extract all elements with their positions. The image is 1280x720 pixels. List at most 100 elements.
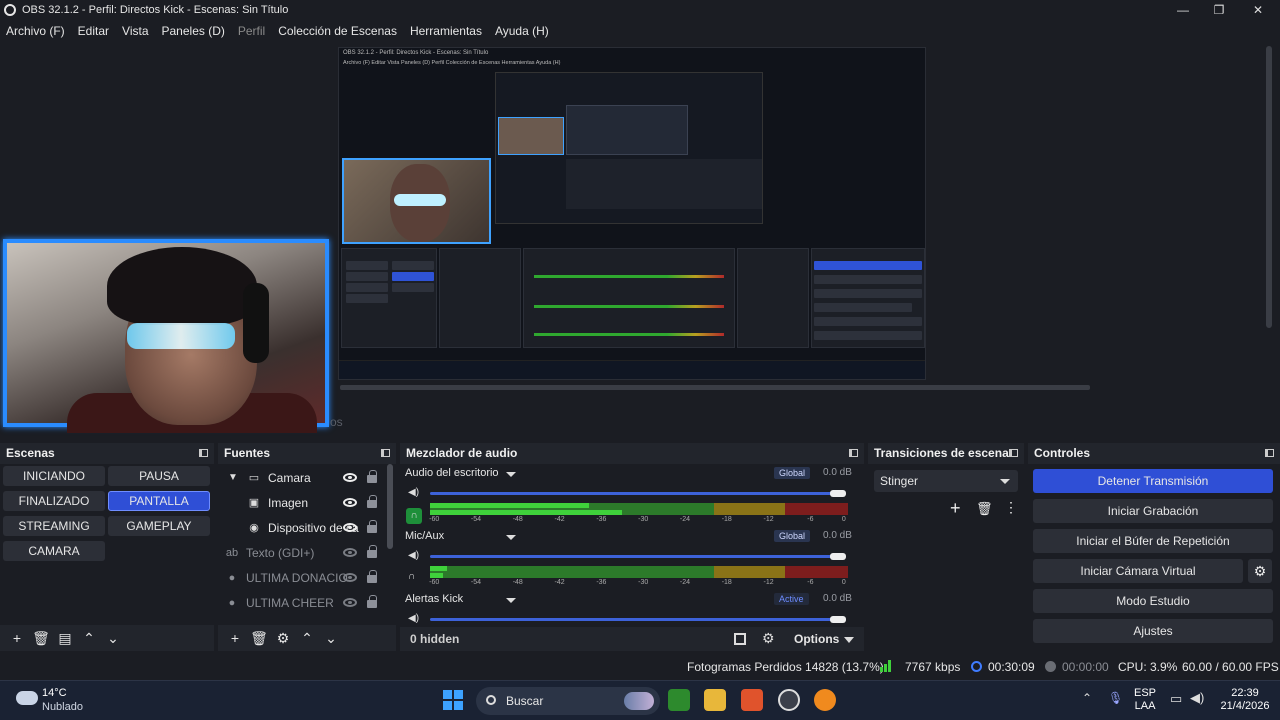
hidden-eye-icon[interactable] (343, 573, 357, 582)
expand-icon[interactable]: ▼ (228, 472, 240, 483)
sources-scrollbar[interactable] (387, 464, 393, 549)
source-texto[interactable]: ab Texto (GDI+) (218, 540, 388, 565)
settings-button[interactable]: Ajustes (1033, 619, 1273, 643)
channel-menu-icon[interactable] (506, 472, 516, 477)
scene-finalizado[interactable]: FINALIZADO (3, 491, 105, 511)
undock-icon[interactable] (199, 448, 208, 457)
monitor-off-icon[interactable]: ∩ (408, 572, 420, 582)
undock-icon[interactable] (381, 448, 390, 457)
undock-icon[interactable] (1009, 448, 1018, 457)
menu-ayuda[interactable]: Ayuda (H) (495, 24, 549, 38)
source-imagen[interactable]: ▣ Imagen (218, 490, 388, 515)
add-icon[interactable]: + (950, 498, 961, 519)
visibility-eye-icon[interactable] (343, 523, 357, 532)
menu-herramientas[interactable]: Herramientas (410, 24, 482, 38)
close-button[interactable]: ✕ (1238, 0, 1278, 20)
visibility-eye-icon[interactable] (343, 498, 357, 507)
add-icon[interactable]: + (224, 627, 246, 649)
menu-archivo[interactable]: Archivo (F) (6, 24, 65, 38)
menu-vista[interactable]: Vista (122, 24, 148, 38)
scene-gameplay[interactable]: GAMEPLAY (108, 516, 210, 536)
scene-streaming[interactable]: STREAMING (3, 516, 105, 536)
trash-icon[interactable]: 🗑 (976, 501, 993, 517)
volume-knob[interactable] (830, 553, 846, 560)
channel-menu-icon[interactable] (506, 598, 516, 603)
source-camara[interactable]: ▼ ▭ Camara (218, 465, 388, 490)
start-virtual-camera-button[interactable]: Iniciar Cámara Virtual (1033, 559, 1243, 583)
trash-icon[interactable]: 🗑 (30, 627, 52, 649)
preview-vertical-scrollbar[interactable] (1266, 46, 1272, 328)
channel-menu-icon[interactable] (506, 535, 516, 540)
scene-camara[interactable]: CAMARA (3, 541, 105, 561)
more-options-icon[interactable]: ⋮ (1004, 499, 1018, 516)
volume-slider[interactable] (430, 492, 840, 495)
windows-start-icon[interactable] (443, 690, 463, 710)
lock-icon[interactable] (367, 545, 377, 558)
preview-canvas[interactable]: OBS 32.1.2 - Perfil: Directos Kick - Esc… (338, 47, 926, 380)
taskbar-search[interactable]: Buscar (476, 687, 660, 715)
chevron-up-icon[interactable]: ⌃ (1082, 691, 1092, 705)
filter-icon[interactable]: ▤ (54, 627, 76, 649)
clock[interactable]: 22:39 21/4/2026 (1214, 687, 1276, 713)
options-button[interactable]: Options (794, 632, 839, 646)
minimize-button[interactable]: — (1163, 0, 1203, 20)
minecraft-icon[interactable] (668, 689, 690, 711)
language-indicator[interactable]: ESP LAA (1134, 687, 1156, 713)
menu-coleccion[interactable]: Colección de Escenas (278, 24, 397, 38)
microphone-icon[interactable]: 🎙 (1108, 691, 1123, 705)
weather-condition[interactable]: Nublado (42, 701, 83, 713)
mixer-settings-icon[interactable]: ⚙ (762, 630, 775, 647)
start-replay-buffer-button[interactable]: Iniciar el Búfer de Repetición (1033, 529, 1273, 553)
scene-iniciando[interactable]: INICIANDO (3, 466, 105, 486)
speaker-icon[interactable]: ◀) (408, 551, 420, 561)
undock-icon[interactable] (1265, 448, 1274, 457)
gear-icon[interactable]: ⚙ (272, 627, 294, 649)
headphones-icon[interactable]: ∩ (406, 508, 422, 524)
hidden-count[interactable]: 0 hidden (410, 632, 459, 646)
down-icon[interactable]: ⌄ (320, 627, 342, 649)
obs-taskbar-icon[interactable] (778, 689, 800, 711)
studio-mode-button[interactable]: Modo Estudio (1033, 589, 1273, 613)
volume-slider[interactable] (430, 555, 840, 558)
gear-icon[interactable]: ⚙ (1248, 559, 1272, 583)
hidden-eye-icon[interactable] (343, 598, 357, 607)
weather-temp[interactable]: 14°C (42, 687, 67, 699)
menu-editar[interactable]: Editar (78, 24, 109, 38)
volume-knob[interactable] (830, 490, 846, 497)
volume-slider[interactable] (430, 618, 840, 621)
start-recording-button[interactable]: Iniciar Grabación (1033, 499, 1273, 523)
up-icon[interactable]: ⌃ (296, 627, 318, 649)
maximize-button[interactable]: ❐ (1199, 0, 1239, 20)
speaker-icon[interactable]: ◀) (408, 614, 420, 624)
visibility-eye-icon[interactable] (343, 473, 357, 482)
menu-perfil[interactable]: Perfil (238, 24, 265, 38)
volume-knob[interactable] (830, 616, 846, 623)
brave-icon[interactable] (741, 689, 763, 711)
menu-paneles[interactable]: Paneles (D) (162, 24, 225, 38)
lock-icon[interactable] (367, 520, 377, 533)
preview-horizontal-scrollbar[interactable] (340, 385, 1090, 390)
add-icon[interactable]: + (6, 627, 28, 649)
preview-area[interactable]: OBS 32.1.2 - Perfil: Directos Kick - Esc… (0, 42, 1280, 438)
undock-icon[interactable] (849, 448, 858, 457)
hidden-eye-icon[interactable] (343, 548, 357, 557)
trash-icon[interactable]: 🗑 (248, 627, 270, 649)
down-icon[interactable]: ⌄ (102, 627, 124, 649)
scene-pantalla[interactable]: PANTALLA (108, 491, 210, 511)
layout-toggle-icon[interactable] (734, 633, 746, 645)
transition-select[interactable]: Stinger (874, 470, 1018, 492)
lock-icon[interactable] (367, 495, 377, 508)
scene-pausa[interactable]: PAUSA (108, 466, 210, 486)
up-icon[interactable]: ⌃ (78, 627, 100, 649)
lock-icon[interactable] (367, 470, 377, 483)
file-explorer-icon[interactable] (704, 689, 726, 711)
lock-icon[interactable] (367, 595, 377, 608)
overwolf-icon[interactable] (814, 689, 836, 711)
lock-icon[interactable] (367, 570, 377, 583)
source-ultima-cheer[interactable]: ● ULTIMA CHEER (218, 590, 388, 615)
source-ultima-donacion[interactable]: ● ULTIMA DONACIO (218, 565, 388, 590)
speaker-icon[interactable]: ◀) (408, 488, 420, 498)
chevron-down-icon[interactable] (844, 637, 854, 643)
network-icon[interactable]: ▭ (1170, 691, 1182, 707)
volume-icon[interactable]: ◀) (1190, 690, 1204, 706)
